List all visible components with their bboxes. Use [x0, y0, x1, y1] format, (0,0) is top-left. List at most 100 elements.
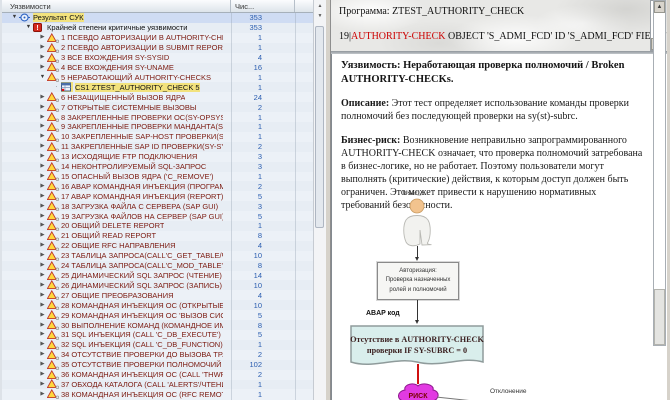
tree-row[interactable]: ▶ 7 ОТКРЫТЫЕ СИСТЕМНЫЕ ВЫЗОВЫ 2	[2, 102, 313, 113]
tree-row[interactable]: ▶ 22 ОБЩИЕ RFC НАПРАВЛЕНИЯ 4	[2, 240, 313, 251]
tree-item-label[interactable]: 25 ДИНАМИЧЕСКИЙ SQL ЗАПРОС (ЧТЕНИЕ)	[61, 271, 222, 280]
expand-arrow-icon[interactable]: ▶	[38, 301, 47, 310]
expand-arrow-icon[interactable]: ▶	[38, 251, 47, 260]
expand-arrow-icon[interactable]: ▶	[38, 142, 47, 151]
expand-arrow-icon[interactable]: ▶	[38, 370, 47, 379]
tree-row[interactable]: ▶ 14 НЕКОНТРОЛИРУЕМЫЙ SQL-ЗАПРОС 3	[2, 161, 313, 172]
tree-row[interactable]: ▶ 13 ИСХОДЯЩИЕ FTP ПОДКЛЮЧЕНИЯ 3	[2, 151, 313, 162]
expand-arrow-icon[interactable]: ▶	[38, 330, 47, 339]
expand-arrow-icon[interactable]: ▶	[38, 113, 47, 122]
tree-item-label[interactable]: 31 SQL ИНЪЕКЦИЯ (CALL 'C_DB_EXECUTE')	[61, 330, 221, 339]
tree-item-label[interactable]: Результат СУК	[33, 13, 84, 23]
scroll-down-icon[interactable]: ▼	[314, 12, 326, 21]
expand-arrow-icon[interactable]: ▶	[38, 291, 47, 300]
tree-item-label[interactable]: 14 НЕКОНТРОЛИРУЕМЫЙ SQL-ЗАПРОС	[61, 162, 206, 171]
tree-item-label[interactable]: 23 ТАБЛИЦА ЗАПРОСА(CALL'C_GET_TABLE/ЧТЕН…	[61, 251, 223, 260]
tree-item-label[interactable]: 24 ТАБЛИЦА ЗАПРОСА(CALL'C_MOD_TABLE'ЗАПИ…	[61, 261, 223, 270]
tree-scrollbar-thumb[interactable]	[315, 26, 324, 228]
tree-item-label[interactable]: 22 ОБЩИЕ RFC НАПРАВЛЕНИЯ	[61, 241, 175, 250]
tree-item-label[interactable]: CS1 ZTEST_AUTHORITY_CHECK 5	[75, 82, 200, 92]
tree-item-label[interactable]: 5 НЕРАБОТАЮЩИЙ AUTHORITY-CHECKS	[61, 73, 211, 82]
expand-arrow-icon[interactable]: ▶	[38, 202, 47, 211]
expand-arrow-icon[interactable]: ▶	[38, 311, 47, 320]
tree-item-label[interactable]: 2 ПСЕВДО АВТОРИЗАЦИИ В SUBMIT REPORT	[61, 43, 223, 52]
tree-row[interactable]: ▶ 35 ОТСУТСТВИЕ ПРОВЕРКИ ПОЛНОМОЧИЙ В ОТЧ…	[2, 359, 313, 370]
tree-row[interactable]: ▶ 25 ДИНАМИЧЕСКИЙ SQL ЗАПРОС (ЧТЕНИЕ) 14	[2, 270, 313, 281]
tree-item-label[interactable]: 10 ЗАКРЕПЛЕННЫЕ SAP-HOST ПРОВЕРКИ(SY-HOS…	[61, 132, 223, 141]
expand-arrow-icon[interactable]: ▶	[38, 43, 47, 52]
expand-arrow-icon[interactable]: ▶	[38, 360, 47, 369]
tree-row[interactable]: ▶ 36 КОМАНДНАЯ ИНЪЕКЦИЯ ОС (CALL 'THWPINF…	[2, 369, 313, 380]
tree-row[interactable]: ▶ 1 ПСЕВДО АВТОРИЗАЦИИ В AUTHORITY-CHECK 1	[2, 32, 313, 43]
expand-arrow-icon[interactable]: ▶	[38, 33, 47, 42]
doc-scrollbar[interactable]: ▲	[653, 0, 666, 346]
tree-row[interactable]: ▶ 19 ЗАГРУЗКА ФАЙЛОВ НА СЕРВЕР (SAP GUI) 5	[2, 211, 313, 222]
expand-arrow-icon[interactable]: ▼	[24, 23, 33, 32]
tree-row[interactable]: ▶ 4 ВСЕ ВХОЖДЕНИЯ SY-UNAME 16	[2, 62, 313, 73]
tree-row[interactable]: ▶ 21 ОБЩИЙ READ REPORT 8	[2, 230, 313, 241]
tree-row[interactable]: ▶ 27 ОБЩИЕ ПРЕОБРАЗОВАНИЯ 4	[2, 290, 313, 301]
expand-arrow-icon[interactable]: ▼	[10, 13, 19, 22]
tree-item-label[interactable]: 26 ДИНАМИЧЕСКИЙ SQL ЗАПРОС (ЗАПИСЬ)	[61, 281, 222, 290]
expand-arrow-icon[interactable]: ▶	[38, 132, 47, 141]
tree-item-label[interactable]: 27 ОБЩИЕ ПРЕОБРАЗОВАНИЯ	[61, 291, 174, 300]
tree-item-label[interactable]: 19 ЗАГРУЗКА ФАЙЛОВ НА СЕРВЕР (SAP GUI)	[61, 212, 223, 221]
expand-arrow-icon[interactable]: ▶	[38, 261, 47, 270]
scroll-up-icon[interactable]: ▲	[654, 1, 665, 13]
expand-arrow-icon[interactable]: ▶	[38, 152, 47, 161]
tree-row[interactable]: ▶ 23 ТАБЛИЦА ЗАПРОСА(CALL'C_GET_TABLE/ЧТЕ…	[2, 250, 313, 261]
tree-row[interactable]: · CS1 ZTEST_AUTHORITY_CHECK 5 1	[2, 82, 313, 93]
expand-arrow-icon[interactable]: ▶	[38, 321, 47, 330]
tree-item-label[interactable]: 28 КОМАНДНАЯ ИНЪЕКЦИЯ ОС (ОТКРЫТЫЕ ДАННЫ…	[61, 301, 223, 310]
tree-item-label[interactable]: 34 ОТСУТСТВИЕ ПРОВЕРКИ ДО ВЫЗОВА ТРАНЗАК…	[61, 350, 223, 359]
tree-item-label[interactable]: 3 ВСЕ ВХОЖДЕНИЯ SY-SYSID	[61, 53, 169, 62]
tree-row[interactable]: ▶ 28 КОМАНДНАЯ ИНЪЕКЦИЯ ОС (ОТКРЫТЫЕ ДАНН…	[2, 300, 313, 311]
tree-row[interactable]: ▼! Крайней степени критичные уязвимости 35…	[2, 22, 313, 33]
tree-item-label[interactable]: 17 ABAP КОМАНДНАЯ ИНЪЕКЦИЯ (REPORT)	[61, 192, 223, 201]
tree-row[interactable]: ▶ 34 ОТСУТСТВИЕ ПРОВЕРКИ ДО ВЫЗОВА ТРАНЗА…	[2, 349, 313, 360]
tree-item-label[interactable]: 9 ЗАКРЕПЛЕННЫЕ ПРОВЕРКИ МАНДАНТА(SY-MAND…	[61, 122, 223, 131]
tree-row[interactable]: ▶ 8 ЗАКРЕПЛЕННЫЕ ПРОВЕРКИ ОС(SY-OPSYS) 1	[2, 112, 313, 123]
tree-item-label[interactable]: 35 ОТСУТСТВИЕ ПРОВЕРКИ ПОЛНОМОЧИЙ В ОТЧЕ…	[61, 360, 223, 369]
tree-row[interactable]: ▶ 38 КОМАНДНАЯ ИНЪЕКЦИЯ ОС (RFC REMOTE EX…	[2, 389, 313, 400]
tree-row[interactable]: ▶ 20 ОБЩИЙ DELETE REPORT 1	[2, 220, 313, 231]
tree-item-label[interactable]: 37 ОБХОДА КАТАЛОГА (CALL 'ALERTS'/ЧТЕНИЕ…	[61, 380, 223, 389]
tree-row[interactable]: ▶ 2 ПСЕВДО АВТОРИЗАЦИИ В SUBMIT REPORT 1	[2, 42, 313, 53]
doc-scrollbar-thumb[interactable]	[654, 289, 665, 345]
tree-item-label[interactable]: 21 ОБЩИЙ READ REPORT	[61, 231, 156, 240]
tree-row[interactable]: ▶ 11 ЗАКРЕПЛЕННЫЕ SAP ID ПРОВЕРКИ(SY-SYSI…	[2, 141, 313, 152]
tree-row[interactable]: ▶ 6 НЕЗАЩИЩЕННЫЙ ВЫЗОВ ЯДРА 24	[2, 92, 313, 103]
expand-arrow-icon[interactable]: ▶	[38, 172, 47, 181]
tree-row[interactable]: ▶ 32 SQL ИНЪЕКЦИЯ (CALL 'C_DB_FUNCTION) 1	[2, 339, 313, 350]
tree-row[interactable]: ▶ 17 ABAP КОМАНДНАЯ ИНЪЕКЦИЯ (REPORT) 5	[2, 191, 313, 202]
expand-arrow-icon[interactable]: ▼	[38, 73, 47, 82]
expand-arrow-icon[interactable]: ▶	[38, 192, 47, 201]
expand-arrow-icon[interactable]: ▶	[38, 281, 47, 290]
expand-arrow-icon[interactable]: ▶	[38, 380, 47, 389]
tree-item-label[interactable]: 36 КОМАНДНАЯ ИНЪЕКЦИЯ ОС (CALL 'THWPINFO…	[61, 370, 223, 379]
tree-column-count[interactable]: Чис...	[231, 0, 295, 12]
expand-arrow-icon[interactable]: ▶	[38, 340, 47, 349]
expand-arrow-icon[interactable]: ▶	[38, 390, 47, 399]
expand-arrow-icon[interactable]: ▶	[38, 212, 47, 221]
tree-item-label[interactable]: 18 ЗАГРУЗКА ФАЙЛА С СЕРВЕРА (SAP GUI)	[61, 202, 218, 211]
expand-arrow-icon[interactable]: ▶	[38, 122, 47, 131]
tree-row[interactable]: ▶ 10 ЗАКРЕПЛЕННЫЕ SAP-HOST ПРОВЕРКИ(SY-HO…	[2, 131, 313, 142]
tree-item-label[interactable]: 29 КОМАНДНАЯ ИНЪЕКЦИЯ ОС 'ВЫЗОВ СИСТЕМЫ'	[61, 311, 223, 320]
tree-item-label[interactable]: 20 ОБЩИЙ DELETE REPORT	[61, 221, 164, 230]
tree-item-label[interactable]: 4 ВСЕ ВХОЖДЕНИЯ SY-UNAME	[61, 63, 174, 72]
expand-arrow-icon[interactable]: ▶	[38, 231, 47, 240]
tree-item-label[interactable]: 8 ЗАКРЕПЛЕННЫЕ ПРОВЕРКИ ОС(SY-OPSYS)	[61, 113, 223, 122]
tree-row[interactable]: ▶ 24 ТАБЛИЦА ЗАПРОСА(CALL'C_MOD_TABLE'ЗАП…	[2, 260, 313, 271]
expand-arrow-icon[interactable]: ▶	[38, 350, 47, 359]
tree-row[interactable]: ▶ 18 ЗАГРУЗКА ФАЙЛА С СЕРВЕРА (SAP GUI) 3	[2, 201, 313, 212]
tree-row[interactable]: ▶ 31 SQL ИНЪЕКЦИЯ (CALL 'C_DB_EXECUTE') 5	[2, 329, 313, 340]
tree-row[interactable]: ▶ 16 ABAP КОМАНДНАЯ ИНЪЕКЦИЯ (ПРОГРАММА) 2	[2, 181, 313, 192]
tree-row[interactable]: ▼ Результат СУК 353	[2, 13, 313, 23]
expand-arrow-icon[interactable]: ▶	[38, 221, 47, 230]
expand-arrow-icon[interactable]: ▶	[38, 271, 47, 280]
tree-row[interactable]: ▶ 30 ВЫПОЛНЕНИЕ КОМАНД (КОМАНДНОЕ ИМЯ) 8	[2, 320, 313, 331]
expand-arrow-icon[interactable]: ▶	[38, 162, 47, 171]
expand-arrow-icon[interactable]: ▶	[38, 103, 47, 112]
tree-row[interactable]: ▶ 26 ДИНАМИЧЕСКИЙ SQL ЗАПРОС (ЗАПИСЬ) 10	[2, 280, 313, 291]
